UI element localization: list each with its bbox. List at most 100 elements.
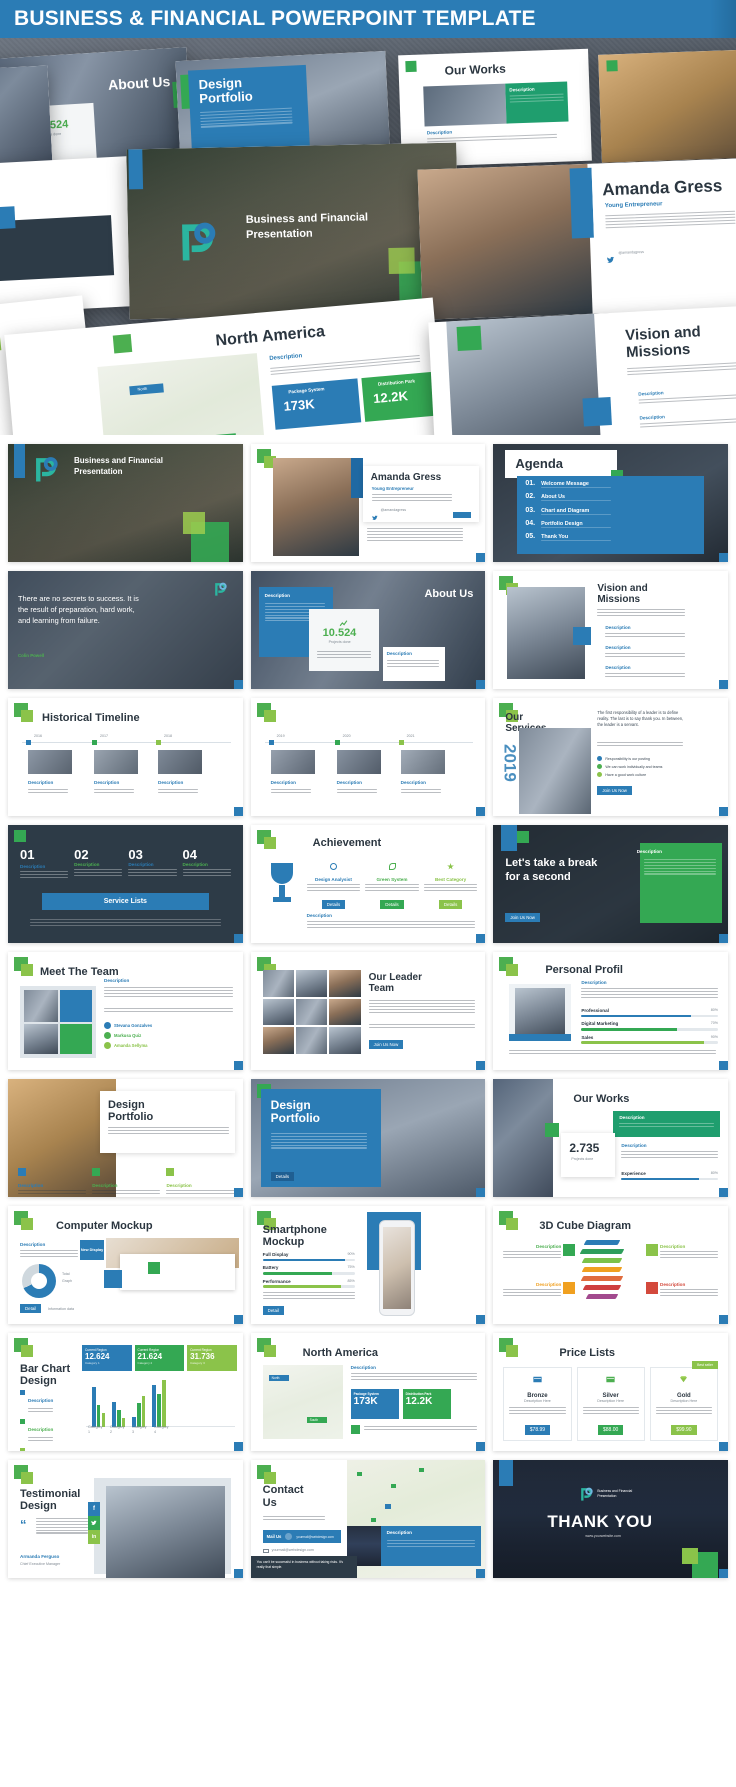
quote-mark-icon: “ [20,1517,27,1532]
slide-personal-profil[interactable]: Personal Profil Description Professional… [493,952,728,1070]
leader-photo [295,970,328,997]
contact-mail-button[interactable]: Mail Us yourmail@webdesign.com [262,1530,341,1543]
contact-mail-button-label: Mail Us [266,1534,282,1539]
hero-na-stat2-value: 12.2K [372,388,409,407]
slide-agenda[interactable]: Agenda 01. Welcome Message 02. About Us … [493,444,728,562]
profile-name: Amanda Gress [370,472,442,483]
contact-map-label: Description [386,1530,412,1535]
barchart-stat-value: 21.624 [137,1352,163,1361]
twitter-icon [371,508,378,521]
barchart-stat: Current Region 21.624 Category 2 [134,1345,185,1371]
break-cta-button[interactable]: Join Us Now [505,913,540,922]
contact-map[interactable]: Description [346,1460,486,1578]
agenda-item-number: 02. [525,493,536,501]
profile-handle: @amandagress [380,508,407,512]
slide-lets-take-a-break[interactable]: Let's take a break for a second Join Us … [493,825,728,943]
hero-slide-vision: Vision and Missions Description Descript… [428,305,736,435]
service-label: Description [20,864,46,869]
slide-our-works[interactable]: Our Works Description 2.735 Projects don… [493,1079,728,1197]
agenda-item-number: 03. [525,506,536,514]
barchart-stat-value: 12.624 [85,1352,110,1361]
slide-design-portfolio-light[interactable]: Design Portfolio Description Description… [8,1079,243,1197]
skill-label: Digital Marketing [581,1021,619,1027]
computer-detail-button[interactable]: Detail [20,1304,42,1313]
hero-main-title: Business and Financial Presentation [245,211,369,241]
page-header: BUSINESS & FINANCIAL POWERPOINT TEMPLATE [0,0,736,38]
slide-quote[interactable]: There are no secrets to success. It is t… [8,571,243,689]
slide-vision-missions[interactable]: Vision and Missions Description Descript… [493,571,728,689]
slide-north-america[interactable]: North America North South Description Pa… [250,1333,486,1451]
slide-computer-mockup[interactable]: Computer Mockup Description New Display … [8,1206,243,1324]
vision-title: Vision and Missions [597,583,648,605]
achievement-item-button[interactable]: Details [380,899,404,909]
barchart-legend: Description Description Description [20,1389,76,1451]
leader-cta-button[interactable]: Join Us Now [368,1040,404,1049]
portfolio-caption: Description [18,1183,44,1188]
social-buttons[interactable]: f in [88,1502,100,1544]
portfolio-icon [92,1168,101,1176]
member-avatar [104,1032,111,1039]
slide-thank-you[interactable]: Business and Financial Presentation THAN… [493,1460,728,1578]
portfolio-blue-button[interactable]: Details [270,1172,295,1181]
slide-testimonial-design[interactable]: Testimonial Design “ Armanda Ferguso Chi… [8,1460,243,1578]
quote-logo-icon [213,581,229,597]
smartphone-detail-button[interactable]: Detail [262,1306,284,1315]
design-icon [329,863,337,870]
agenda-item[interactable]: 05. Thank You [525,533,700,543]
cube-label: Description [536,1282,562,1287]
achievement-item-button[interactable]: Details [321,899,346,909]
slide-contact-us[interactable]: Contact Us Mail Us yourmail@webdesign.co… [250,1460,486,1578]
price-plan[interactable]: Bronze Description Here $78.99 [503,1367,572,1442]
slide-service-lists[interactable]: 01 Description 02 Description 03 Descrip… [8,825,243,943]
skill-row: Digital Marketing 70% [581,1021,718,1031]
slide-profile[interactable]: Amanda Gress Young Entrepreneur @amandag… [250,444,486,562]
hero-amanda-handle: @amandagress [618,249,644,255]
leader-photo [329,970,361,997]
slide-price-lists[interactable]: Price Lists Bronze Description Here $78.… [493,1333,728,1451]
slide-smartphone-mockup[interactable]: Smartphone Mockup Full Display 90% Batte… [250,1206,486,1324]
service-number: 02 [74,847,89,862]
price-plan-price[interactable]: $88.00 [598,1425,624,1436]
slide-design-portfolio-blue[interactable]: Design Portfolio Details [250,1079,486,1197]
skill-row: Sales 90% [581,1035,718,1044]
profile-role: Young Entrepreneur [371,486,414,491]
timeline2-year: 2019 [276,734,285,738]
slide-about-us[interactable]: Description 10.524 Projects done About U… [250,571,486,689]
facebook-icon[interactable]: f [88,1502,100,1516]
twitter-icon[interactable] [88,1516,100,1530]
service-lists-button[interactable]: Service Lists [42,893,209,910]
slide-achievement[interactable]: Achievement Design Analysist Details Gre… [250,825,486,943]
thankyou-logo-text: Business and Financial Presentation [597,1489,633,1498]
break-title: Let's take a break for a second [505,857,601,885]
price-plan-price[interactable]: $78.99 [524,1425,551,1436]
achievement-desc-label: Description [306,913,332,918]
computer-desc-label: Description [20,1242,46,1247]
price-plan[interactable]: Best seller Gold Description Here $99.90 [649,1361,718,1442]
slide-historical-timeline-2[interactable]: 2019 2020 2021 Description Description D… [250,698,486,816]
slide-3d-cube-diagram[interactable]: 3D Cube Diagram Description Description … [493,1206,728,1324]
price-plan[interactable]: Silver Description Here $88.00 [576,1367,645,1442]
agenda-item[interactable]: 01. Welcome Message [525,480,700,490]
computer-badge-label: New Display [80,1247,104,1252]
slide-our-services[interactable]: Our Services 2019 The first responsibili… [493,698,728,816]
personal-title: Personal Profil [545,964,623,976]
member-avatar [104,1042,111,1049]
agenda-item[interactable]: 02. About Us [525,493,700,503]
agenda-item[interactable]: 03. Chart and Diagram [525,507,700,517]
slide-historical-timeline[interactable]: Historical Timeline 2016 2017 2018 Descr… [8,698,243,816]
spec-pct: 90% [347,1252,355,1256]
slide-bar-chart-design[interactable]: Bar Chart Design Current Region 12.624 C… [8,1333,243,1451]
timeline2-desc-label: Description [270,780,296,785]
price-plan-price[interactable]: $99.90 [671,1425,697,1436]
agenda-item[interactable]: 04. Portfolio Design [525,520,700,530]
spec-row: Performance 85% [262,1279,355,1288]
services-check-item: Have a good work culture [597,772,689,777]
services-cta-button[interactable]: Join Us Now [597,786,632,795]
slide-meet-the-team[interactable]: Meet The Team Description Stevana Gonzal… [8,952,243,1070]
linkedin-icon[interactable]: in [88,1530,100,1544]
services-check-item: Responsibility is our posting [597,756,689,761]
slide-cover[interactable]: Business and Financial Presentation [8,444,243,562]
cube-label: Description [660,1244,686,1249]
slide-our-leader-team[interactable]: Our Leader Team Join Us Now [250,952,486,1070]
achievement-item-button[interactable]: Details [438,899,463,909]
